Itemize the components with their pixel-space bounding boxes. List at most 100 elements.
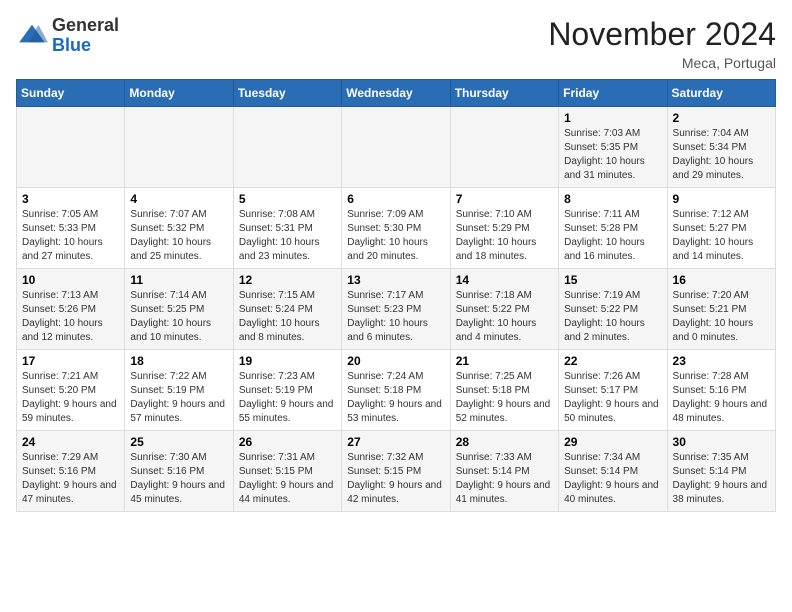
day-info: Sunrise: 7:32 AM Sunset: 5:15 PM Dayligh…	[347, 451, 444, 507]
day-cell: 22 Sunrise: 7:26 AM Sunset: 5:17 PM Dayli…	[559, 350, 667, 431]
day-number: 25	[130, 435, 227, 449]
month-title: November 2024	[548, 16, 776, 53]
day-cell: 14Sunrise: 7:18 AM Sunset: 5:22 PM Dayli…	[450, 269, 558, 350]
day-number: 30	[673, 435, 770, 449]
day-cell: 2 Sunrise: 7:04 AM Sunset: 5:34 PM Daylig…	[667, 107, 775, 188]
day-info: Sunrise: 7:26 AM Sunset: 5:17 PM Dayligh…	[564, 370, 661, 426]
weekday-header-wednesday: Wednesday	[342, 80, 450, 107]
day-info: Sunrise: 7:21 AM Sunset: 5:20 PM Dayligh…	[22, 370, 119, 426]
day-cell: 20 Sunrise: 7:24 AM Sunset: 5:18 PM Dayli…	[342, 350, 450, 431]
day-number: 20	[347, 354, 444, 368]
day-number: 22	[564, 354, 661, 368]
week-row-2: 3 Sunrise: 7:05 AM Sunset: 5:33 PM Daylig…	[17, 188, 776, 269]
day-cell: 11Sunrise: 7:14 AM Sunset: 5:25 PM Dayli…	[125, 269, 233, 350]
day-number: 19	[239, 354, 336, 368]
day-info: Sunrise: 7:05 AM Sunset: 5:33 PM Dayligh…	[22, 208, 119, 264]
day-number: 9	[673, 192, 770, 206]
day-info: Sunrise: 7:20 AM Sunset: 5:21 PM Dayligh…	[673, 289, 770, 345]
day-cell	[17, 107, 125, 188]
day-cell: 15Sunrise: 7:19 AM Sunset: 5:22 PM Dayli…	[559, 269, 667, 350]
day-cell: 27 Sunrise: 7:32 AM Sunset: 5:15 PM Dayli…	[342, 431, 450, 512]
day-cell: 7Sunrise: 7:10 AM Sunset: 5:29 PM Daylig…	[450, 188, 558, 269]
day-cell: 3 Sunrise: 7:05 AM Sunset: 5:33 PM Daylig…	[17, 188, 125, 269]
day-cell: 17Sunrise: 7:21 AM Sunset: 5:20 PM Dayli…	[17, 350, 125, 431]
day-info: Sunrise: 7:23 AM Sunset: 5:19 PM Dayligh…	[239, 370, 336, 426]
week-row-4: 17Sunrise: 7:21 AM Sunset: 5:20 PM Dayli…	[17, 350, 776, 431]
day-info: Sunrise: 7:10 AM Sunset: 5:29 PM Dayligh…	[456, 208, 553, 264]
day-number: 5	[239, 192, 336, 206]
day-info: Sunrise: 7:33 AM Sunset: 5:14 PM Dayligh…	[456, 451, 553, 507]
day-cell: 1 Sunrise: 7:03 AM Sunset: 5:35 PM Daylig…	[559, 107, 667, 188]
day-number: 23	[673, 354, 770, 368]
day-number: 18	[130, 354, 227, 368]
day-info: Sunrise: 7:30 AM Sunset: 5:16 PM Dayligh…	[130, 451, 227, 507]
page-header: General Blue November 2024 Meca, Portuga…	[16, 16, 776, 71]
title-area: November 2024 Meca, Portugal	[548, 16, 776, 71]
day-info: Sunrise: 7:15 AM Sunset: 5:24 PM Dayligh…	[239, 289, 336, 345]
day-cell: 16 Sunrise: 7:20 AM Sunset: 5:21 PM Dayli…	[667, 269, 775, 350]
week-row-3: 10 Sunrise: 7:13 AM Sunset: 5:26 PM Dayli…	[17, 269, 776, 350]
day-cell: 23 Sunrise: 7:28 AM Sunset: 5:16 PM Dayli…	[667, 350, 775, 431]
day-info: Sunrise: 7:12 AM Sunset: 5:27 PM Dayligh…	[673, 208, 770, 264]
logo: General Blue	[16, 16, 119, 56]
weekday-header-monday: Monday	[125, 80, 233, 107]
day-info: Sunrise: 7:14 AM Sunset: 5:25 PM Dayligh…	[130, 289, 227, 345]
day-cell	[125, 107, 233, 188]
day-number: 29	[564, 435, 661, 449]
day-number: 2	[673, 111, 770, 125]
day-info: Sunrise: 7:35 AM Sunset: 5:14 PM Dayligh…	[673, 451, 770, 507]
day-cell: 10 Sunrise: 7:13 AM Sunset: 5:26 PM Dayli…	[17, 269, 125, 350]
day-cell: 8 Sunrise: 7:11 AM Sunset: 5:28 PM Daylig…	[559, 188, 667, 269]
day-number: 3	[22, 192, 119, 206]
day-number: 28	[456, 435, 553, 449]
day-number: 21	[456, 354, 553, 368]
weekday-header-saturday: Saturday	[667, 80, 775, 107]
calendar-table: SundayMondayTuesdayWednesdayThursdayFrid…	[16, 79, 776, 512]
day-info: Sunrise: 7:19 AM Sunset: 5:22 PM Dayligh…	[564, 289, 661, 345]
day-info: Sunrise: 7:24 AM Sunset: 5:18 PM Dayligh…	[347, 370, 444, 426]
day-number: 12	[239, 273, 336, 287]
day-cell: 6 Sunrise: 7:09 AM Sunset: 5:30 PM Daylig…	[342, 188, 450, 269]
day-cell: 4Sunrise: 7:07 AM Sunset: 5:32 PM Daylig…	[125, 188, 233, 269]
day-cell: 18Sunrise: 7:22 AM Sunset: 5:19 PM Dayli…	[125, 350, 233, 431]
day-info: Sunrise: 7:04 AM Sunset: 5:34 PM Dayligh…	[673, 127, 770, 183]
day-info: Sunrise: 7:29 AM Sunset: 5:16 PM Dayligh…	[22, 451, 119, 507]
day-cell: 24 Sunrise: 7:29 AM Sunset: 5:16 PM Dayli…	[17, 431, 125, 512]
logo-blue: Blue	[52, 35, 91, 55]
day-cell: 5Sunrise: 7:08 AM Sunset: 5:31 PM Daylig…	[233, 188, 341, 269]
day-cell: 12 Sunrise: 7:15 AM Sunset: 5:24 PM Dayli…	[233, 269, 341, 350]
day-cell: 19 Sunrise: 7:23 AM Sunset: 5:19 PM Dayli…	[233, 350, 341, 431]
day-number: 10	[22, 273, 119, 287]
week-row-5: 24 Sunrise: 7:29 AM Sunset: 5:16 PM Dayli…	[17, 431, 776, 512]
day-info: Sunrise: 7:31 AM Sunset: 5:15 PM Dayligh…	[239, 451, 336, 507]
day-info: Sunrise: 7:09 AM Sunset: 5:30 PM Dayligh…	[347, 208, 444, 264]
week-row-1: 1 Sunrise: 7:03 AM Sunset: 5:35 PM Daylig…	[17, 107, 776, 188]
day-number: 27	[347, 435, 444, 449]
weekday-header-sunday: Sunday	[17, 80, 125, 107]
weekday-header-thursday: Thursday	[450, 80, 558, 107]
logo-icon	[16, 20, 48, 52]
day-cell: 9 Sunrise: 7:12 AM Sunset: 5:27 PM Daylig…	[667, 188, 775, 269]
day-cell	[233, 107, 341, 188]
day-info: Sunrise: 7:25 AM Sunset: 5:18 PM Dayligh…	[456, 370, 553, 426]
day-info: Sunrise: 7:34 AM Sunset: 5:14 PM Dayligh…	[564, 451, 661, 507]
day-cell: 21 Sunrise: 7:25 AM Sunset: 5:18 PM Dayli…	[450, 350, 558, 431]
logo-general: General	[52, 15, 119, 35]
day-info: Sunrise: 7:07 AM Sunset: 5:32 PM Dayligh…	[130, 208, 227, 264]
day-cell: 29 Sunrise: 7:34 AM Sunset: 5:14 PM Dayli…	[559, 431, 667, 512]
day-info: Sunrise: 7:28 AM Sunset: 5:16 PM Dayligh…	[673, 370, 770, 426]
day-number: 16	[673, 273, 770, 287]
day-number: 8	[564, 192, 661, 206]
day-cell	[450, 107, 558, 188]
day-number: 6	[347, 192, 444, 206]
day-cell	[342, 107, 450, 188]
day-number: 1	[564, 111, 661, 125]
day-info: Sunrise: 7:03 AM Sunset: 5:35 PM Dayligh…	[564, 127, 661, 183]
day-info: Sunrise: 7:18 AM Sunset: 5:22 PM Dayligh…	[456, 289, 553, 345]
day-cell: 25 Sunrise: 7:30 AM Sunset: 5:16 PM Dayli…	[125, 431, 233, 512]
day-number: 24	[22, 435, 119, 449]
weekday-header-row: SundayMondayTuesdayWednesdayThursdayFrid…	[17, 80, 776, 107]
day-info: Sunrise: 7:11 AM Sunset: 5:28 PM Dayligh…	[564, 208, 661, 264]
weekday-header-tuesday: Tuesday	[233, 80, 341, 107]
day-info: Sunrise: 7:13 AM Sunset: 5:26 PM Dayligh…	[22, 289, 119, 345]
